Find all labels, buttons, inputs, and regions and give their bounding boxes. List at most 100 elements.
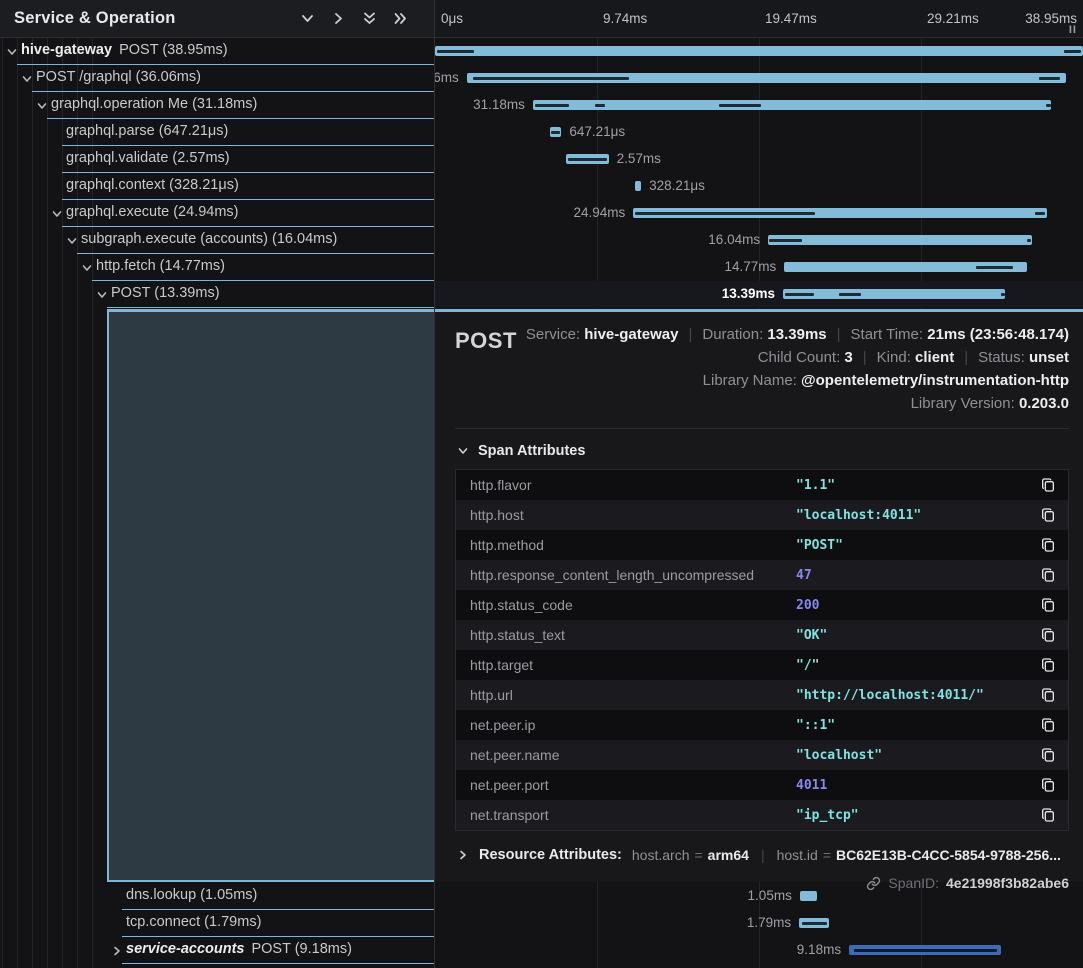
collapse-one-icon[interactable] bbox=[331, 11, 346, 26]
expand-one-icon[interactable] bbox=[300, 11, 315, 26]
span-bar-track[interactable]: 328.21μs bbox=[435, 173, 1083, 200]
attribute-row[interactable]: http.status_text"OK" bbox=[456, 620, 1068, 650]
span-attributes-header[interactable]: Span Attributes bbox=[457, 443, 1069, 459]
copy-icon[interactable] bbox=[1040, 776, 1056, 794]
chevron-down-icon[interactable] bbox=[96, 289, 108, 301]
link-icon[interactable] bbox=[866, 876, 881, 891]
span-duration-bar[interactable] bbox=[783, 289, 1005, 299]
span-row-underline bbox=[122, 963, 434, 964]
span-duration-bar[interactable] bbox=[784, 262, 1027, 272]
chevron-down-icon[interactable] bbox=[81, 262, 93, 274]
span-name-cell[interactable]: subgraph.execute (accounts) (16.04ms) bbox=[0, 227, 434, 254]
copy-icon[interactable] bbox=[1040, 626, 1056, 644]
attribute-row[interactable]: http.target"/" bbox=[456, 650, 1068, 680]
span-duration-bar[interactable] bbox=[467, 73, 1066, 83]
chevron-down-icon[interactable] bbox=[36, 100, 48, 112]
span-duration-bar[interactable] bbox=[849, 945, 1001, 955]
resource-attributes-row[interactable]: Resource Attributes: host.arch=arm64|hos… bbox=[457, 847, 1069, 863]
attribute-row[interactable]: http.host"localhost:4011" bbox=[456, 500, 1068, 530]
attribute-row[interactable]: http.method"POST" bbox=[456, 530, 1068, 560]
span-row[interactable]: graphql.execute (24.94ms) 24.94ms bbox=[0, 200, 1083, 227]
span-name-cell[interactable]: http.fetch (14.77ms) bbox=[0, 254, 434, 281]
span-name-cell[interactable]: POST /graphql (36.06ms) bbox=[0, 65, 434, 92]
meta-value: unset bbox=[1029, 349, 1069, 366]
chevron-down-icon[interactable] bbox=[21, 73, 33, 85]
span-name-cell[interactable]: dns.lookup (1.05ms) bbox=[0, 883, 434, 910]
span-name-cell[interactable]: graphql.operation Me (31.18ms) bbox=[0, 92, 434, 119]
span-duration-bar[interactable] bbox=[533, 100, 1051, 110]
column-resize-handle[interactable]: II bbox=[1069, 24, 1077, 36]
copy-icon[interactable] bbox=[1040, 476, 1056, 494]
span-row[interactable]: http.fetch (14.77ms)14.77ms bbox=[0, 254, 1083, 281]
copy-icon[interactable] bbox=[1040, 506, 1056, 524]
span-row[interactable]: graphql.validate (2.57ms)2.57ms bbox=[0, 146, 1083, 173]
copy-icon[interactable] bbox=[1040, 536, 1056, 554]
span-name-label: graphql.execute (24.94ms) bbox=[66, 204, 239, 220]
copy-icon[interactable] bbox=[1040, 686, 1056, 704]
attribute-row[interactable]: net.peer.ip"::1" bbox=[456, 710, 1068, 740]
detail-divider bbox=[455, 428, 1069, 429]
span-meta: Service: hive-gateway|Duration: 13.39ms|… bbox=[526, 326, 1069, 418]
span-row[interactable]: POST /graphql (36.06ms)36.06ms bbox=[0, 65, 1083, 92]
attribute-row[interactable]: net.peer.port4011 bbox=[456, 770, 1068, 800]
span-name-cell[interactable]: graphql.context (328.21μs) bbox=[0, 173, 434, 200]
span-bar-track[interactable]: 38.95ms bbox=[435, 38, 1083, 65]
span-row[interactable]: graphql.context (328.21μs)328.21μs bbox=[0, 173, 1083, 200]
span-name-cell[interactable]: graphql.parse (647.21μs) bbox=[0, 119, 434, 146]
span-row[interactable]: service-accountsPOST (9.18ms)9.18ms bbox=[0, 937, 1083, 964]
attribute-row[interactable]: net.transport"ip_tcp" bbox=[456, 800, 1068, 830]
chevron-down-icon[interactable] bbox=[66, 235, 78, 247]
span-bar-track[interactable]: 2.57ms bbox=[435, 146, 1083, 173]
copy-icon[interactable] bbox=[1040, 566, 1056, 584]
attribute-row[interactable]: http.url"http://localhost:4011/" bbox=[456, 680, 1068, 710]
copy-icon[interactable] bbox=[1040, 806, 1056, 824]
span-row[interactable]: tcp.connect (1.79ms)1.79ms bbox=[0, 910, 1083, 937]
chevron-down-icon[interactable] bbox=[51, 208, 63, 220]
span-bar-track[interactable]: 36.06ms bbox=[435, 65, 1083, 92]
span-row[interactable]: POST (13.39ms)13.39ms bbox=[0, 281, 1083, 308]
expand-all-icon[interactable] bbox=[362, 11, 377, 26]
span-duration-label: 36.06ms bbox=[435, 70, 459, 85]
span-name-cell[interactable]: hive-gatewayPOST (38.95ms) bbox=[0, 38, 434, 65]
span-row[interactable]: graphql.parse (647.21μs)647.21μs bbox=[0, 119, 1083, 146]
span-bar-track[interactable]: 31.18ms bbox=[435, 92, 1083, 119]
span-duration-bar[interactable] bbox=[800, 891, 817, 901]
column-divider[interactable] bbox=[434, 0, 435, 968]
span-row[interactable]: hive-gatewayPOST (38.95ms)38.95ms bbox=[0, 38, 1083, 65]
span-bar-track[interactable]: 9.18ms bbox=[435, 937, 1083, 964]
collapse-all-icon[interactable] bbox=[393, 11, 408, 26]
span-row[interactable]: graphql.operation Me (31.18ms)31.18ms bbox=[0, 92, 1083, 119]
copy-icon[interactable] bbox=[1040, 596, 1056, 614]
span-duration-bar[interactable] bbox=[550, 127, 562, 137]
span-bar-track[interactable]: 647.21μs bbox=[435, 119, 1083, 146]
span-row[interactable]: subgraph.execute (accounts) (16.04ms)16.… bbox=[0, 227, 1083, 254]
span-bar-track[interactable]: 14.77ms bbox=[435, 254, 1083, 281]
copy-icon[interactable] bbox=[1040, 656, 1056, 674]
copy-icon[interactable] bbox=[1040, 716, 1056, 734]
span-bar-track[interactable]: 24.94ms bbox=[435, 200, 1083, 227]
chevron-down-icon[interactable] bbox=[6, 46, 18, 58]
span-duration-bar[interactable] bbox=[435, 46, 1083, 56]
span-duration-bar[interactable] bbox=[633, 208, 1047, 218]
span-bar-track[interactable]: 13.39ms bbox=[435, 281, 1083, 308]
span-duration-bar[interactable] bbox=[566, 154, 609, 164]
attribute-row[interactable]: http.status_code200 bbox=[456, 590, 1068, 620]
chevron-right-icon[interactable] bbox=[111, 945, 123, 957]
attribute-row[interactable]: http.flavor"1.1" bbox=[456, 470, 1068, 500]
span-bar-track[interactable]: 1.79ms bbox=[435, 910, 1083, 937]
bar-child-stripe bbox=[635, 212, 815, 215]
attribute-row[interactable]: net.peer.name"localhost" bbox=[456, 740, 1068, 770]
span-duration-bar[interactable] bbox=[635, 181, 641, 191]
span-duration-bar[interactable] bbox=[799, 918, 829, 928]
span-name-cell[interactable]: graphql.validate (2.57ms) bbox=[0, 146, 434, 173]
copy-icon[interactable] bbox=[1040, 746, 1056, 764]
bar-child-stripe bbox=[535, 104, 569, 107]
span-name-cell[interactable]: tcp.connect (1.79ms) bbox=[0, 910, 434, 937]
attribute-row[interactable]: http.response_content_length_uncompresse… bbox=[456, 560, 1068, 590]
span-bar-track[interactable]: 16.04ms bbox=[435, 227, 1083, 254]
selected-span-indent-block bbox=[107, 312, 434, 882]
span-name-cell[interactable]: POST (13.39ms) bbox=[0, 281, 434, 308]
span-name-cell[interactable]: graphql.execute (24.94ms) bbox=[0, 200, 434, 227]
span-duration-bar[interactable] bbox=[768, 235, 1032, 245]
span-name-cell[interactable]: service-accountsPOST (9.18ms) bbox=[0, 937, 434, 964]
